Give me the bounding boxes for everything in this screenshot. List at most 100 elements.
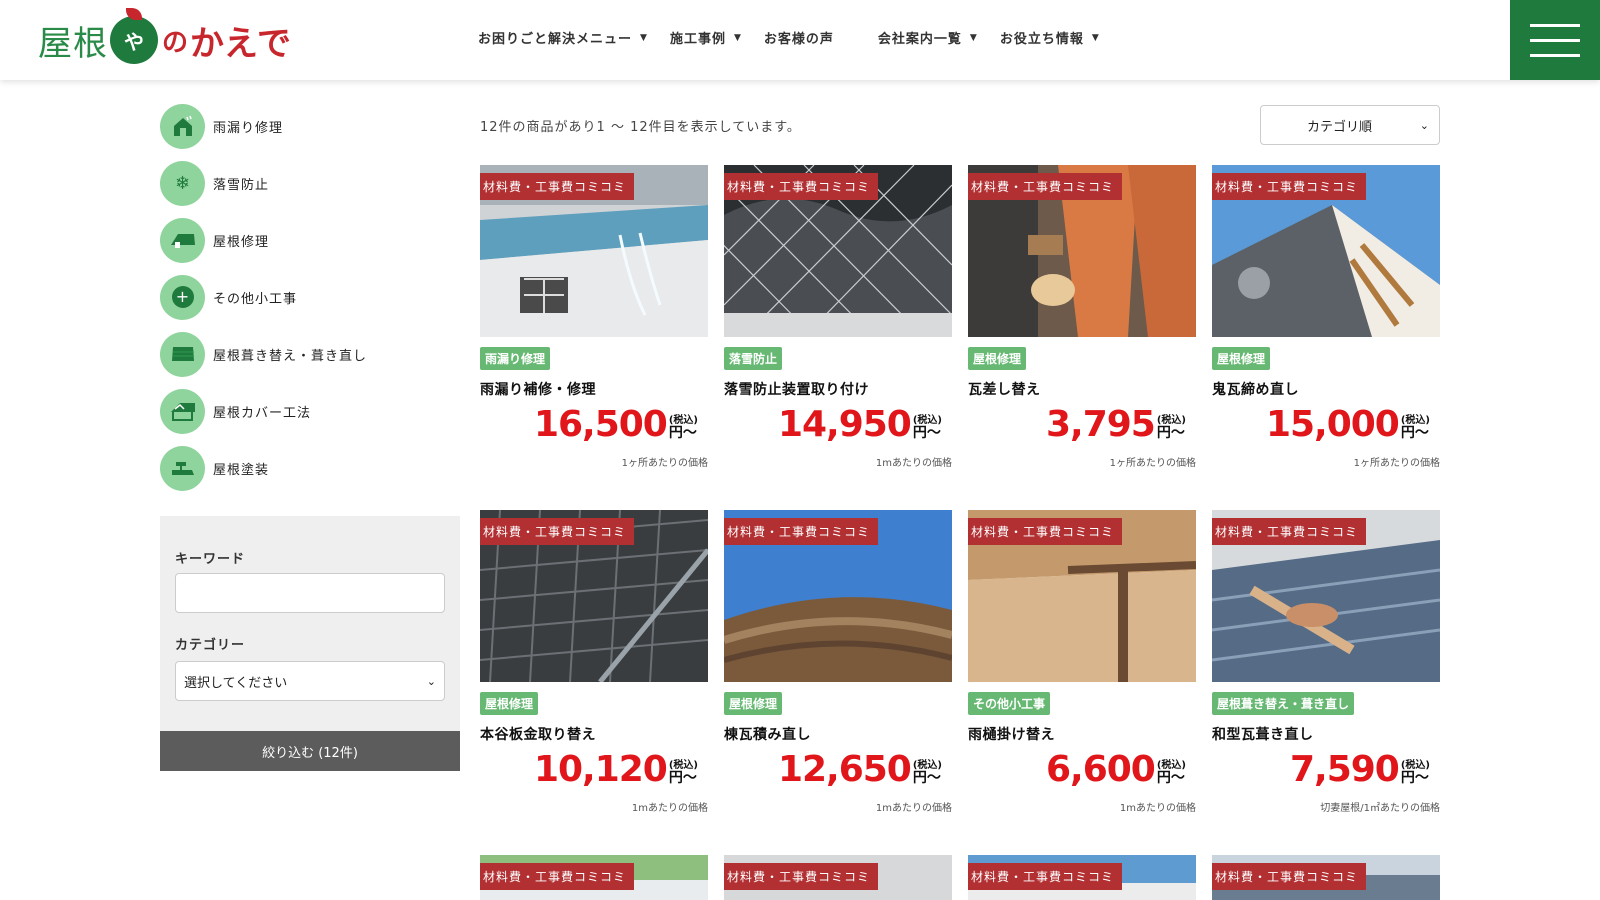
category-sidebar: 雨漏り修理 ❄ 落雪防止 屋根修理 + その他小工事 屋根葺き替え・葺き直し 屋… [160, 103, 460, 503]
sidebar-item-label: 落雪防止 [213, 177, 270, 193]
hamburger-menu-button[interactable] [1510, 0, 1600, 80]
category-badge: 屋根修理 [724, 692, 783, 715]
sidebar-item-roof-painting[interactable]: 屋根塗装 [160, 445, 460, 491]
price-value: 16,500 [533, 404, 668, 445]
all-inclusive-tag: 材料費・工事費コミコミ [968, 863, 1123, 890]
yen-label: 円〜 [1156, 424, 1185, 441]
paint-icon [160, 445, 205, 491]
product-title: 和型瓦葺き直し [1212, 727, 1314, 743]
all-inclusive-tag: 材料費・工事費コミコミ [724, 518, 879, 545]
category-badge: 屋根修理 [968, 347, 1027, 370]
sidebar-item-label: 屋根カバー工法 [213, 405, 312, 421]
tax-label: (税込) [912, 759, 942, 771]
product-image: 材料費・工事費コミコミ [724, 510, 952, 682]
sidebar-item-roof-repair[interactable]: 屋根修理 [160, 217, 460, 263]
nav-item-info[interactable]: お役立ち情報 ▼ [1000, 28, 1100, 47]
sidebar-item-cover-method[interactable]: 屋根カバー工法 [160, 388, 460, 434]
product-card[interactable]: 材料費・工事費コミコミ [1212, 855, 1440, 900]
tax-label: (税込) [668, 414, 698, 426]
yen-label: 円〜 [1400, 424, 1429, 441]
product-title: 棟瓦積み直し [724, 727, 811, 743]
site-logo[interactable]: 屋根 や の かえで [38, 8, 291, 68]
sidebar-item-label: 屋根葺き替え・葺き直し [213, 348, 368, 364]
yen-label: 円〜 [668, 424, 697, 441]
product-card[interactable]: 材料費・工事費コミコミ [724, 855, 952, 900]
product-image: 材料費・工事費コミコミ [724, 855, 952, 900]
product-image: 材料費・工事費コミコミ [480, 510, 708, 682]
sidebar-item-snow-guard[interactable]: ❄ 落雪防止 [160, 160, 460, 206]
category-badge: 屋根葺き替え・葺き直し [1212, 692, 1355, 715]
sort-select[interactable]: カテゴリ順 ⌄ [1260, 105, 1440, 145]
price-value: 14,950 [777, 404, 912, 445]
price-unit: 1ヶ所あたりの価格 [621, 458, 708, 469]
product-image: 材料費・工事費コミコミ [968, 855, 1196, 900]
filter-submit-button[interactable]: 絞り込む (12件) [160, 731, 460, 771]
tax-label: (税込) [912, 414, 942, 426]
product-price: 12,650 (税込) 円〜 [778, 752, 942, 788]
product-card[interactable]: 材料費・工事費コミコミ 屋根修理 鬼瓦締め直し 15,000 (税込) 円〜 1ヶ… [1212, 165, 1440, 510]
sidebar-item-small-works[interactable]: + その他小工事 [160, 274, 460, 320]
all-inclusive-tag: 材料費・工事費コミコミ [724, 173, 879, 200]
price-unit: 1mあたりの価格 [1119, 803, 1196, 814]
category-select-value: 選択してください [184, 675, 288, 691]
price-unit: 1ヶ所あたりの価格 [1353, 458, 1440, 469]
product-card[interactable]: 材料費・工事費コミコミ 雨漏り修理 雨漏り補修・修理 16,500 (税込) 円〜… [480, 165, 708, 510]
product-title: 落雪防止装置取り付け [724, 382, 869, 398]
product-price: 15,000 (税込) 円〜 [1266, 407, 1430, 443]
nav-item-label: お役立ち情報 [999, 32, 1084, 47]
product-card[interactable]: 材料費・工事費コミコミ 屋根修理 本谷板金取り替え 10,120 (税込) 円〜 … [480, 510, 708, 855]
all-inclusive-tag: 材料費・工事費コミコミ [480, 518, 635, 545]
yen-label: 円〜 [1156, 769, 1185, 786]
yen-label: 円〜 [912, 769, 941, 786]
product-card[interactable]: 材料費・工事費コミコミ 屋根修理 棟瓦積み直し 12,650 (税込) 円〜 1m… [724, 510, 952, 855]
product-image: 材料費・工事費コミコミ [480, 855, 708, 900]
price-unit: 1mあたりの価格 [631, 803, 708, 814]
chevron-down-icon: ⌄ [426, 674, 436, 688]
sidebar-item-label: 屋根修理 [213, 234, 270, 250]
product-title: 本谷板金取り替え [480, 727, 596, 743]
product-card[interactable]: 材料費・工事費コミコミ [968, 855, 1196, 900]
nav-item-voices[interactable]: お客様の声 [764, 28, 834, 47]
all-inclusive-tag: 材料費・工事費コミコミ [1212, 173, 1367, 200]
product-card[interactable]: 材料費・工事費コミコミ 落雪防止 落雪防止装置取り付け 14,950 (税込) 円… [724, 165, 952, 510]
hamburger-icon-bar [1530, 38, 1580, 42]
site-header: 屋根 や の かえで お困りごと解決メニュー ▼ 施工事例 ▼ お客様の声 会社… [0, 0, 1600, 80]
chevron-down-icon: ⌄ [1419, 118, 1429, 132]
all-inclusive-tag: 材料費・工事費コミコミ [968, 173, 1123, 200]
nav-item-solutions[interactable]: お困りごと解決メニュー ▼ [478, 28, 648, 47]
keyword-input[interactable] [175, 573, 445, 613]
product-card[interactable]: 材料費・工事費コミコミ 屋根修理 瓦差し替え 3,795 (税込) 円〜 1ヶ所あ… [968, 165, 1196, 510]
price-unit: 1mあたりの価格 [875, 458, 952, 469]
tax-label: (税込) [668, 759, 698, 771]
category-select[interactable]: 選択してください ⌄ [175, 661, 445, 701]
nav-item-cases[interactable]: 施工事例 ▼ [670, 28, 742, 47]
product-price: 16,500 (税込) 円〜 [534, 407, 698, 443]
nav-item-label: お客様の声 [763, 32, 834, 47]
plus-icon: + [160, 274, 205, 320]
logo-text-no: の [162, 27, 189, 58]
product-image: 材料費・工事費コミコミ [968, 510, 1196, 682]
sidebar-item-rain-leak[interactable]: 雨漏り修理 [160, 103, 460, 149]
category-label: カテゴリー [175, 638, 246, 653]
product-title: 瓦差し替え [968, 382, 1041, 398]
sidebar-item-label: 雨漏り修理 [213, 120, 284, 136]
snowflake-icon: ❄ [160, 160, 205, 206]
product-card[interactable]: 材料費・工事費コミコミ その他小工事 雨樋掛け替え 6,600 (税込) 円〜 1… [968, 510, 1196, 855]
all-inclusive-tag: 材料費・工事費コミコミ [480, 173, 635, 200]
product-image: 材料費・工事費コミコミ [724, 165, 952, 337]
caret-down-icon: ▼ [969, 32, 978, 43]
main-nav: お困りごと解決メニュー ▼ 施工事例 ▼ お客様の声 会社案内一覧 ▼ お役立ち… [478, 28, 1122, 47]
roof-cover-icon [160, 388, 205, 434]
sidebar-item-reroofing[interactable]: 屋根葺き替え・葺き直し [160, 331, 460, 377]
yen-label: 円〜 [668, 769, 697, 786]
product-card[interactable]: 材料費・工事費コミコミ [480, 855, 708, 900]
tax-label: (税込) [1156, 414, 1186, 426]
nav-item-company[interactable]: 会社案内一覧 ▼ [878, 28, 978, 47]
caret-down-icon: ▼ [1091, 32, 1100, 43]
product-card[interactable]: 材料費・工事費コミコミ 屋根葺き替え・葺き直し 和型瓦葺き直し 7,590 (税… [1212, 510, 1440, 855]
all-inclusive-tag: 材料費・工事費コミコミ [1212, 863, 1367, 890]
product-price: 6,600 (税込) 円〜 [1046, 752, 1186, 788]
logo-ball: や [110, 8, 158, 64]
price-unit: 切妻屋根/1㎡あたりの価格 [1320, 803, 1440, 814]
caret-down-icon: ▼ [733, 32, 742, 43]
